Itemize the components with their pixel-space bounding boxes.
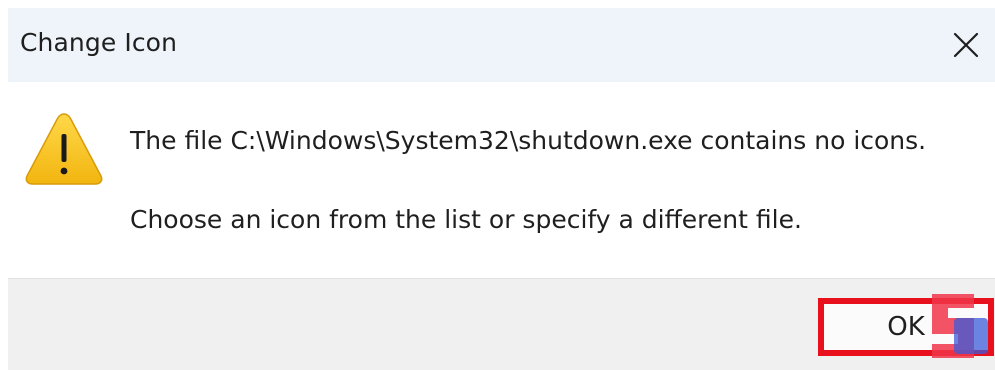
window-title: Change Icon [20,28,178,57]
message-line-2: Choose an icon from the list or specify … [130,205,802,234]
ok-button[interactable]: OK [818,298,994,356]
warning-icon [25,113,103,185]
title-bar: Change Icon [8,8,995,82]
change-icon-dialog: Change Icon The file C:\Windows\System32… [0,0,995,370]
close-icon [953,32,979,58]
close-button[interactable] [943,22,989,68]
message-line-1: The file C:\Windows\System32\shutdown.ex… [130,126,927,155]
message-area: The file C:\Windows\System32\shutdown.ex… [0,82,995,278]
